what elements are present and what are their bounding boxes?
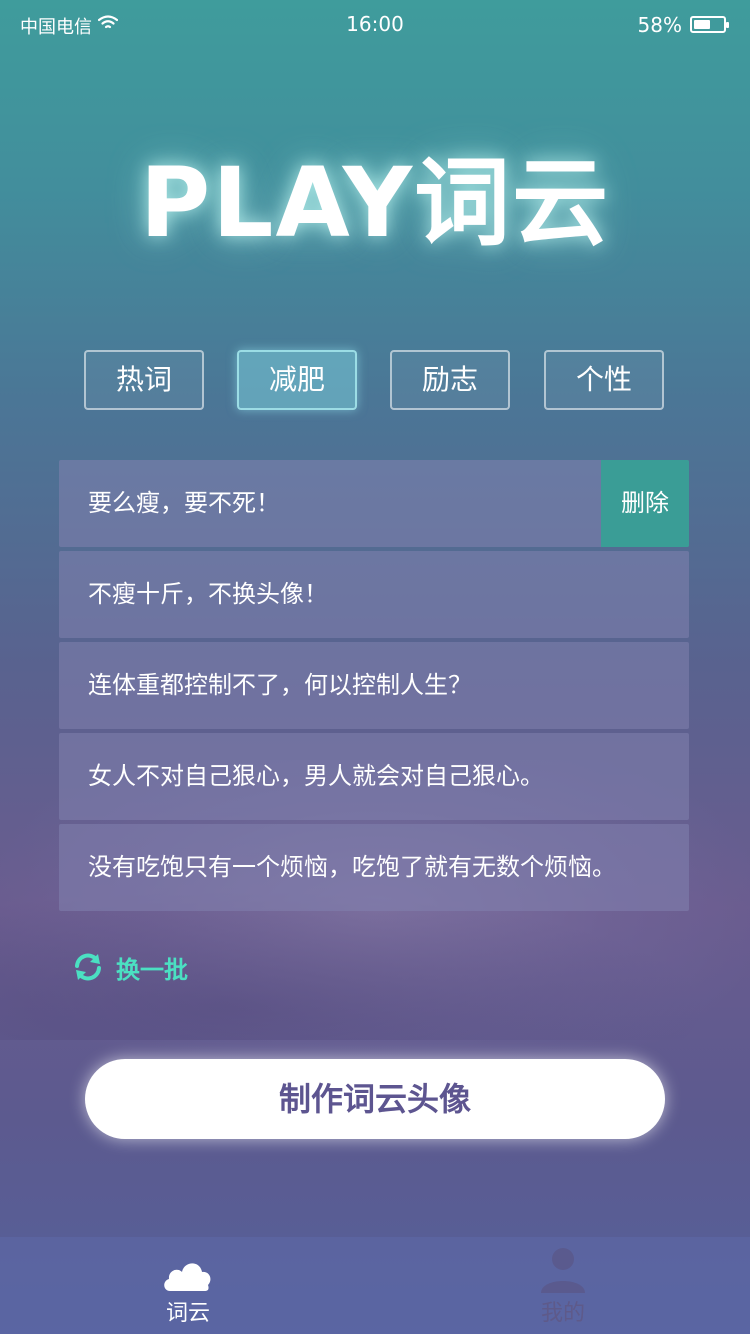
tab-hot-words[interactable]: 热词 — [84, 350, 204, 410]
delete-button[interactable]: 删除 — [601, 460, 689, 547]
cloud-icon — [164, 1263, 211, 1291]
refresh-icon — [75, 953, 101, 981]
tab-bar-label: 词云 — [165, 1301, 210, 1326]
phrase-text: 女人不对自己狠心，男人就会对自己狠心。 — [88, 762, 544, 790]
list-item[interactable]: 连体重都控制不了，何以控制人生？ — [59, 642, 689, 729]
battery-icon — [690, 16, 729, 33]
app-logo: PLAY词云 — [139, 147, 611, 259]
list-item[interactable]: 没有吃饱只有一个烦恼，吃饱了就有无数个烦恼。 — [59, 824, 689, 911]
tab-weight-loss[interactable]: 减肥 — [237, 350, 357, 410]
phrase-text: 没有吃饱只有一个烦恼，吃饱了就有无数个烦恼。 — [88, 853, 616, 881]
list-item[interactable]: 不瘦十斤，不换头像！ — [59, 551, 689, 638]
list-item[interactable]: 女人不对自己狠心，男人就会对自己狠心。 — [59, 733, 689, 820]
tab-bar-item-mine[interactable]: 我的 — [463, 1237, 663, 1334]
user-icon — [541, 1248, 585, 1293]
phrase-text: 连体重都控制不了，何以控制人生？ — [88, 671, 472, 699]
make-word-cloud-avatar-button[interactable]: 制作词云头像 — [85, 1059, 665, 1139]
battery-percent: 58% — [637, 13, 682, 37]
tab-bar-label: 我的 — [540, 1301, 585, 1326]
tab-bar-item-word-cloud[interactable]: 词云 — [88, 1237, 288, 1334]
phrase-list: 要么瘦，要不死！ 删除 不瘦十斤，不换头像！ 连体重都控制不了，何以控制人生？ … — [59, 460, 689, 915]
list-item[interactable]: 要么瘦，要不死！ 删除 — [59, 460, 689, 547]
refresh-label: 换一批 — [116, 955, 188, 984]
battery-fill — [694, 20, 711, 29]
bottom-tab-bar: 词云 我的 — [0, 1237, 750, 1334]
status-bar: 中国电信 16:00 58% — [0, 0, 750, 48]
phrase-text: 不瘦十斤，不换头像！ — [88, 580, 328, 608]
tab-personality[interactable]: 个性 — [544, 350, 664, 410]
tab-inspiration[interactable]: 励志 — [390, 350, 510, 410]
category-tabs: 热词 减肥 励志 个性 — [84, 350, 664, 410]
refresh-button[interactable]: 换一批 — [72, 950, 188, 984]
phrase-text: 要么瘦，要不死！ — [88, 489, 280, 517]
